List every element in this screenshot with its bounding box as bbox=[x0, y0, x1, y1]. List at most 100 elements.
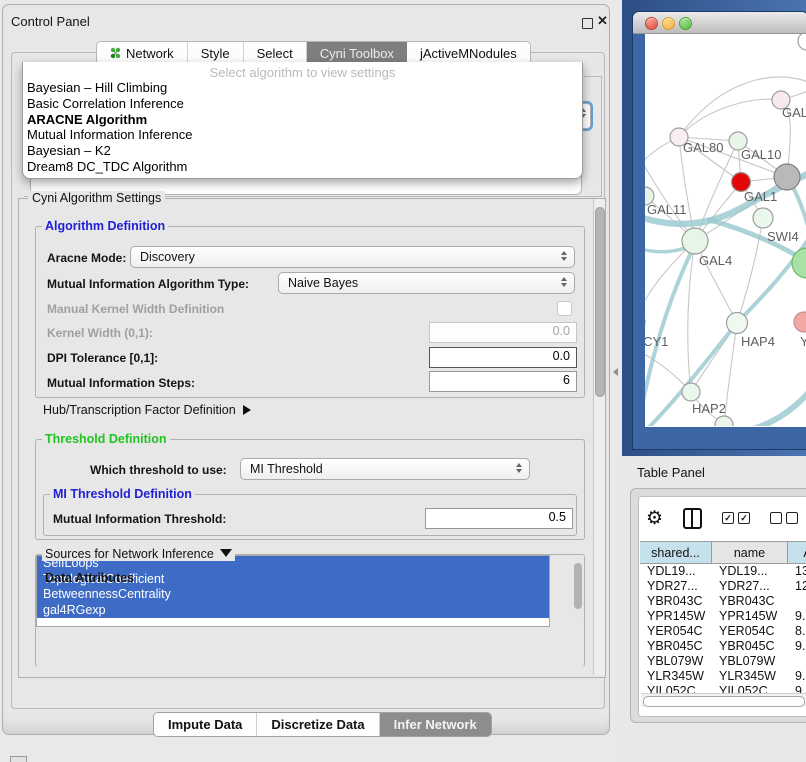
dpi-tolerance-label: DPI Tolerance [0,1]: bbox=[47, 351, 158, 365]
table-cell: 9. bbox=[788, 669, 806, 684]
table-cell: YDR27... bbox=[712, 579, 788, 594]
kernel-width-field[interactable]: 0.0 bbox=[429, 322, 577, 343]
aracne-mode-label: Aracne Mode: bbox=[47, 251, 126, 265]
algorithm-option[interactable]: Basic Correlation Inference bbox=[23, 96, 582, 112]
data-attributes-list[interactable]: SelfLoopsTopologicalCoefficientBetweenne… bbox=[36, 555, 550, 627]
node-label: Y bbox=[800, 334, 806, 349]
table-row[interactable]: YBL079WYBL079W bbox=[640, 654, 806, 669]
node-label: GAL80 bbox=[683, 140, 723, 155]
which-threshold-label: Which threshold to use: bbox=[90, 463, 227, 477]
group-border-remnant bbox=[584, 76, 601, 77]
close-traffic-light-icon[interactable] bbox=[645, 17, 658, 30]
minimize-traffic-light-icon[interactable] bbox=[662, 17, 675, 30]
algorithm-option[interactable]: Bayesian – K2 bbox=[23, 143, 582, 159]
table-cell: 9. bbox=[788, 609, 806, 624]
bottom-tabbar: Impute DataDiscretize DataInfer Network bbox=[153, 712, 492, 737]
dpi-tolerance-field[interactable]: 0.0 bbox=[429, 347, 577, 368]
gear-icon[interactable]: ⚙ bbox=[646, 509, 663, 528]
mi-type-value: Naive Bayes bbox=[288, 276, 358, 290]
table-row[interactable]: YBR043CYBR043C bbox=[640, 594, 806, 609]
tab-label: jActiveMNodules bbox=[420, 46, 517, 61]
bottom-tab-discretize-data[interactable]: Discretize Data bbox=[257, 713, 379, 736]
table-row[interactable]: YLR345WYLR345W9. bbox=[640, 669, 806, 684]
manual-kernel-checkbox[interactable] bbox=[557, 301, 572, 316]
scrollbar-thumb[interactable] bbox=[643, 696, 805, 707]
tab-select[interactable]: Select bbox=[244, 42, 307, 64]
bottom-tab-infer-network[interactable]: Infer Network bbox=[380, 713, 491, 736]
data-attribute-item[interactable]: gal4RGexp bbox=[37, 603, 549, 619]
table-cell: YPR145W bbox=[640, 609, 712, 624]
algorithm-dropdown-popup: Select algorithm to view settings Bayesi… bbox=[22, 62, 583, 179]
table-row[interactable]: YER054CYER054C8. bbox=[640, 624, 806, 639]
mi-type-combo[interactable]: Naive Bayes bbox=[278, 272, 575, 294]
table-row[interactable]: YDR27...YDR27...12 bbox=[640, 579, 806, 594]
table-cell bbox=[788, 654, 806, 669]
splitpane-collapse-icon[interactable] bbox=[613, 368, 618, 376]
tab-network[interactable]: Network bbox=[97, 42, 188, 64]
float-window-icon[interactable] bbox=[582, 18, 593, 29]
column-header-A[interactable]: A bbox=[788, 542, 806, 563]
table-row[interactable]: YPR145WYPR145W9. bbox=[640, 609, 806, 624]
table-horizontal-scrollbar[interactable] bbox=[641, 693, 806, 707]
network-node[interactable] bbox=[774, 164, 800, 190]
bottom-tab-impute-data[interactable]: Impute Data bbox=[154, 713, 257, 736]
expanded-arrow-icon bbox=[220, 549, 232, 557]
table-cell: YDL19... bbox=[712, 564, 788, 579]
close-icon[interactable]: ✕ bbox=[597, 13, 608, 29]
table-cell: YBL079W bbox=[712, 654, 788, 669]
table-row[interactable]: YBR045CYBR045C9. bbox=[640, 639, 806, 654]
table-cell: YLR345W bbox=[640, 669, 712, 684]
scrollbar-thumb[interactable] bbox=[595, 207, 605, 397]
tab-jactivemnodules[interactable]: jActiveMNodules bbox=[407, 42, 530, 64]
column-header-name[interactable]: name bbox=[712, 542, 788, 563]
table-cell: YBR045C bbox=[712, 639, 788, 654]
mi-steps-label: Mutual Information Steps: bbox=[47, 376, 195, 390]
collapsed-arrow-icon bbox=[243, 405, 251, 415]
network-node-hap4[interactable] bbox=[727, 313, 748, 334]
network-edge[interactable] bbox=[750, 389, 806, 426]
aracne-mode-combo[interactable]: Discovery bbox=[130, 246, 575, 268]
network-node-y[interactable] bbox=[794, 312, 806, 332]
deselect-all-columns-icon[interactable] bbox=[770, 512, 798, 524]
network-canvas[interactable]: GALGAL80GAL10GAL1GAL11SWI4GAL4GCY1HAP4YH… bbox=[645, 34, 806, 427]
algorithm-option[interactable]: Bayesian – Hill Climbing bbox=[23, 80, 582, 96]
node-label: GAL1 bbox=[744, 189, 777, 204]
algorithm-option[interactable]: Mutual Information Inference bbox=[23, 127, 582, 143]
algorithm-popup-items: Bayesian – Hill ClimbingBasic Correlatio… bbox=[23, 80, 582, 175]
tab-style[interactable]: Style bbox=[188, 42, 244, 64]
sources-group-title[interactable]: Sources for Network Inference bbox=[42, 547, 235, 561]
select-all-columns-icon[interactable]: ✓✓ bbox=[722, 512, 750, 524]
column-header-shared[interactable]: shared... bbox=[640, 542, 712, 563]
network-edge[interactable] bbox=[688, 241, 695, 392]
which-threshold-combo[interactable]: MI Threshold bbox=[240, 458, 530, 480]
zoom-traffic-light-icon[interactable] bbox=[679, 17, 692, 30]
app-root: Control Panel ✕ NetworkStyleSelectCyni T… bbox=[0, 0, 806, 762]
node-label: GAL4 bbox=[699, 253, 732, 268]
mi-steps-field[interactable]: 6 bbox=[429, 371, 577, 392]
table-cell: YER054C bbox=[712, 624, 788, 639]
table-row[interactable]: YDL19...YDL19...13 bbox=[640, 564, 806, 579]
group-border-remnant bbox=[601, 76, 602, 196]
mi-threshold-field[interactable]: 0.5 bbox=[425, 508, 573, 529]
data-attribute-item[interactable]: BetweennessCentrality bbox=[37, 587, 549, 603]
algorithm-definition-title: Algorithm Definition bbox=[42, 219, 168, 233]
columns-icon[interactable] bbox=[683, 508, 702, 529]
network-node-hap2[interactable] bbox=[682, 383, 700, 401]
tab-cyni-toolbox[interactable]: Cyni Toolbox bbox=[307, 42, 407, 64]
hub-definition-toggle[interactable]: Hub/Transcription Factor Definition bbox=[43, 403, 251, 417]
table-cell: 8. bbox=[788, 624, 806, 639]
network-graph: GALGAL80GAL10GAL1GAL11SWI4GAL4GCY1HAP4YH… bbox=[645, 34, 806, 426]
table-cell: YLR345W bbox=[712, 669, 788, 684]
algorithm-option[interactable]: ARACNE Algorithm bbox=[23, 112, 582, 128]
settings-vertical-scrollbar[interactable] bbox=[593, 199, 605, 675]
which-threshold-value: MI Threshold bbox=[250, 462, 323, 476]
algorithm-option[interactable]: Dream8 DC_TDC Algorithm bbox=[23, 159, 582, 175]
network-node[interactable] bbox=[798, 34, 806, 50]
mi-threshold-group-title: MI Threshold Definition bbox=[50, 487, 195, 501]
table-panel-body: ⚙ ✓✓ shared...nameA YDL19...YDL19...13YD… bbox=[638, 496, 806, 717]
tab-label: Select bbox=[257, 46, 293, 61]
network-node-gal4[interactable] bbox=[682, 228, 708, 254]
network-node-swi4[interactable] bbox=[753, 208, 773, 228]
network-node[interactable] bbox=[715, 416, 733, 426]
network-window-titlebar[interactable] bbox=[633, 12, 806, 34]
